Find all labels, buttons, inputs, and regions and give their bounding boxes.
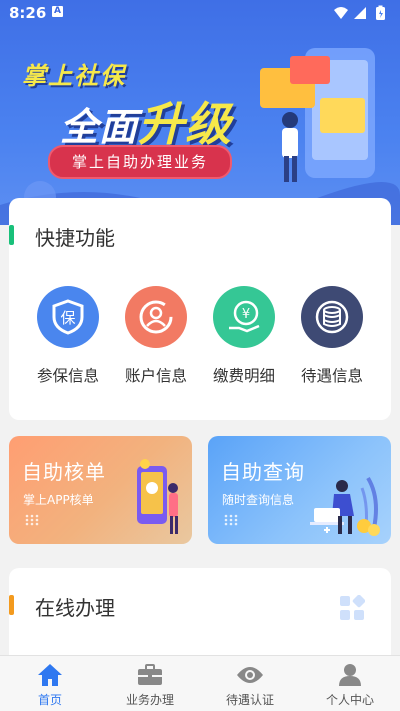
online-services-title: 在线办理 xyxy=(35,596,115,620)
svg-text:保: 保 xyxy=(60,309,75,327)
phone-person-illustration-icon xyxy=(137,459,178,534)
shield-bao-icon: 保 xyxy=(37,286,99,348)
user-refresh-icon xyxy=(125,286,187,348)
tab-label: 业务办理 xyxy=(125,693,174,707)
promo-title: 自助查询 xyxy=(221,460,305,484)
tab-label: 个人中心 xyxy=(325,693,374,707)
status-icons xyxy=(332,5,392,25)
home-icon xyxy=(38,664,62,686)
quick-item-label: 账户信息 xyxy=(124,367,187,385)
quick-item-benefit-info[interactable]: 待遇信息 xyxy=(293,286,371,386)
tab-business[interactable]: 业务办理 xyxy=(100,656,200,711)
hero-banner[interactable]: 掌上社保 全面升级 掌上自助办理业务 xyxy=(0,0,400,225)
svg-text:¥: ¥ xyxy=(242,307,250,322)
promo-title: 自助核单 xyxy=(22,460,106,484)
eye-icon xyxy=(237,667,263,683)
quick-item-insurance-info[interactable]: 保 参保信息 xyxy=(29,286,107,386)
quick-item-label: 参保信息 xyxy=(36,367,99,385)
promo-subtitle: 掌上APP核单 xyxy=(23,493,94,507)
briefcase-icon xyxy=(138,664,162,685)
wifi-signal-battery-icon xyxy=(334,5,385,20)
banner-pill: 掌上自助办理业务 xyxy=(48,145,232,179)
person-icon xyxy=(339,664,361,686)
bottom-tab-bar: 首页 业务办理 待遇认证 个人中心 xyxy=(0,655,400,711)
quick-item-label: 待遇信息 xyxy=(300,367,363,385)
laptop-person-illustration-icon xyxy=(310,476,380,536)
banner-headline: 掌上社保 xyxy=(22,62,126,90)
status-time: 8:26 xyxy=(9,4,47,22)
tab-label: 待遇认证 xyxy=(225,693,274,707)
dots-decoration-icon xyxy=(224,514,238,526)
promo-self-query[interactable]: 自助查询 随时查询信息 xyxy=(208,436,391,544)
quick-item-account-info[interactable]: 账户信息 xyxy=(117,286,195,386)
phone-illustration-icon xyxy=(260,48,375,182)
quick-item-payment-details[interactable]: ¥ 缴费明细 xyxy=(205,286,283,386)
promo-self-verify[interactable]: 自助核单 掌上APP核单 xyxy=(9,436,192,544)
tab-home[interactable]: 首页 xyxy=(0,656,100,711)
slogan-part1: 全面 xyxy=(60,105,139,149)
section-accent-bar xyxy=(9,225,14,245)
status-bar: 8:26 A xyxy=(0,0,400,26)
tab-profile[interactable]: 个人中心 xyxy=(300,656,400,711)
promo-subtitle: 随时查询信息 xyxy=(222,493,295,507)
quick-functions-title: 快捷功能 xyxy=(35,226,115,250)
quick-functions-card: 快捷功能 保 参保信息 账户信息 ¥ 缴费明细 待遇信息 xyxy=(9,198,391,420)
tab-benefit-auth[interactable]: 待遇认证 xyxy=(200,656,300,711)
section-accent-bar xyxy=(9,595,14,615)
grid-apps-icon[interactable] xyxy=(339,595,365,621)
quick-item-label: 缴费明细 xyxy=(212,367,275,385)
coin-stack-icon xyxy=(301,286,363,348)
dots-decoration-icon xyxy=(25,514,39,526)
slogan-part2: 升级 xyxy=(138,97,233,151)
notification-icon: A xyxy=(52,6,63,17)
tab-label: 首页 xyxy=(37,693,62,707)
yen-hand-icon: ¥ xyxy=(213,286,275,348)
